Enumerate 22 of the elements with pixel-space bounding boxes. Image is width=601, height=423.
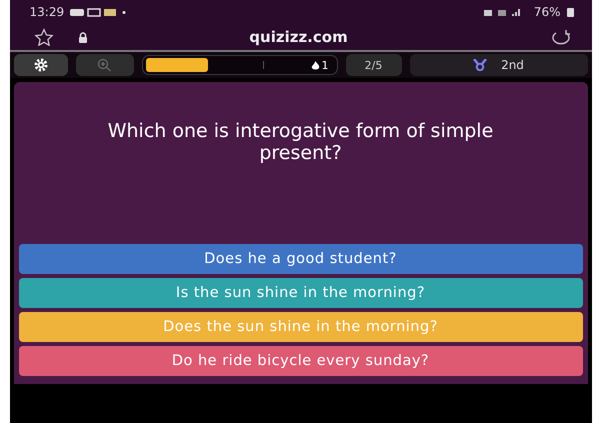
answer-option[interactable]: Do he ride bicycle every sunday? [18,346,582,376]
reload-icon[interactable] [550,29,572,45]
settings-button[interactable] [14,54,68,76]
zoom-in-icon [96,58,112,72]
signal-icon [512,9,520,16]
battery-icon [566,7,574,17]
zoom-button[interactable] [76,54,134,76]
star-icon[interactable] [34,28,54,46]
streak-count: 1 [322,58,328,72]
question-counter: 2/5 [346,54,402,76]
clock-time: 13:29 [30,5,64,19]
dot-icon [122,11,126,14]
settings-icon [34,58,48,72]
lock-icon [78,32,88,42]
flame-icon [310,60,320,70]
medal-icon [473,59,488,71]
question-text: Which one is interogative form of simple present? [106,121,494,165]
battery-level: 76% [534,5,560,19]
answer-option[interactable]: Is the sun shine in the morning? [18,278,582,308]
answer-option[interactable]: Does the sun shine in the morning? [18,312,582,342]
rank-text: 2nd [501,58,524,72]
answer-option[interactable]: Does he a good student? [18,244,582,274]
